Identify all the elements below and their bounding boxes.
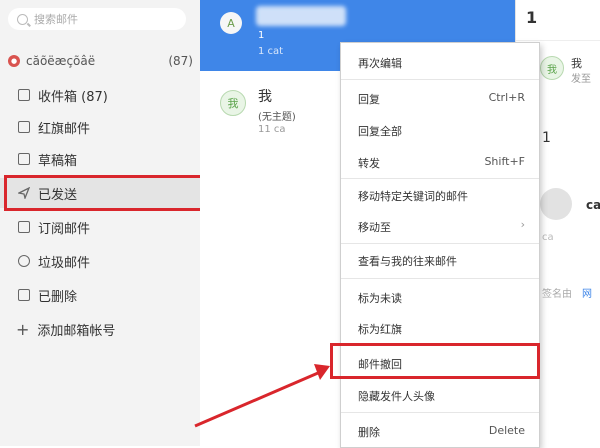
annotation-arrow-icon [194, 364, 330, 428]
